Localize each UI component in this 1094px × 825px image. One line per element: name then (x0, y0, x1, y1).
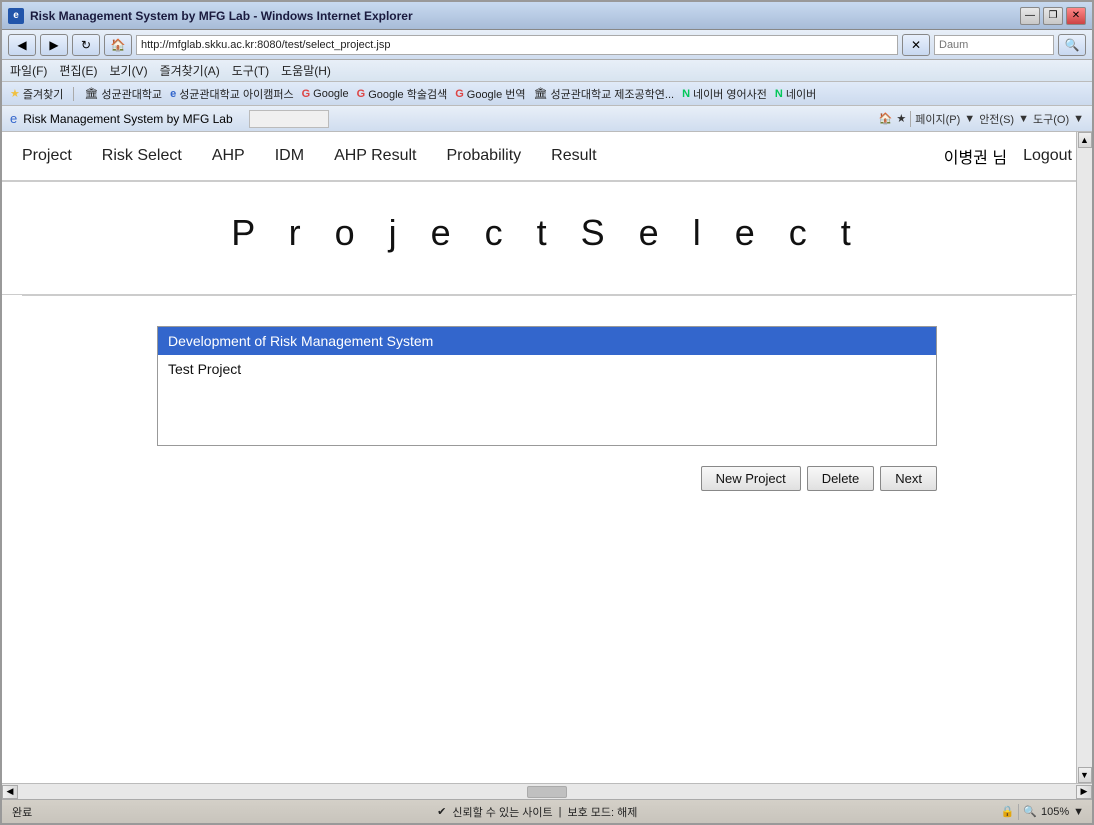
fav-naver-dict-label: 네이버 영어사전 (693, 86, 767, 102)
menu-help[interactable]: 도움말(H) (281, 62, 331, 79)
fav-naver-dict[interactable]: N 네이버 영어사전 (682, 86, 767, 102)
security-text: 신뢰할 수 있는 사이트 (452, 804, 552, 820)
fav-google-label: Google (313, 88, 348, 100)
zoom-icon: 🔍 (1023, 805, 1037, 818)
nav-menu: Project Risk Select AHP IDM AHP Result P… (2, 132, 1092, 182)
project-list[interactable]: Development of Risk Management System Te… (157, 326, 937, 446)
fav-google-scholar-label: Google 학술검색 (368, 86, 447, 102)
back-button[interactable]: ◀ (8, 34, 36, 56)
page-menu[interactable]: 페이지(P) (915, 111, 960, 127)
next-button[interactable]: Next (880, 466, 937, 491)
scrollbar[interactable]: ▲ ▼ (1076, 132, 1092, 783)
favorites-button[interactable]: ★ 즐겨찾기 (10, 86, 63, 102)
new-project-button[interactable]: New Project (701, 466, 801, 491)
fav-skku[interactable]: 🏛 성균관대학교 (84, 86, 162, 102)
favorites-label: 즐겨찾기 (23, 86, 63, 102)
nav-idm[interactable]: IDM (275, 147, 304, 165)
nav-probability[interactable]: Probability (446, 147, 521, 165)
fav-google-scholar[interactable]: G Google 학술검색 (357, 86, 448, 102)
delete-button[interactable]: Delete (807, 466, 875, 491)
menu-edit[interactable]: 편집(E) (59, 62, 97, 79)
status-text: 완료 (12, 807, 32, 819)
forward-button[interactable]: ▶ (40, 34, 68, 56)
home-icon[interactable]: 🏠 (879, 112, 893, 125)
stop-button[interactable]: ✕ (902, 34, 930, 56)
refresh-button[interactable]: ↻ (72, 34, 100, 56)
home-button[interactable]: 🏠 (104, 34, 132, 56)
favorites-bar: ★ 즐겨찾기 🏛 성균관대학교 e 성균관대학교 아이캠퍼스 G Google … (2, 82, 1092, 106)
safety-menu[interactable]: 안전(S) (979, 111, 1014, 127)
nav-result[interactable]: Result (551, 147, 596, 165)
restore-button[interactable]: ❐ (1043, 7, 1063, 25)
fav-skku-label: 성균관대학교 (101, 86, 162, 102)
fav-google[interactable]: G Google (302, 88, 349, 100)
nav-risk-select[interactable]: Risk Select (102, 147, 182, 165)
tab-label: Risk Management System by MFG Lab (23, 112, 232, 126)
nav-ahp-result[interactable]: AHP Result (334, 147, 416, 165)
title-bar: e Risk Management System by MFG Lab - Wi… (2, 2, 1092, 30)
search-input[interactable] (934, 35, 1054, 55)
nav-project[interactable]: Project (22, 147, 72, 165)
close-button[interactable]: ✕ (1066, 7, 1086, 25)
browser-icon: e (8, 8, 24, 24)
zoom-level: 105% (1041, 806, 1069, 818)
protection-text: 보호 모드: 해제 (568, 804, 638, 820)
fav-icampus[interactable]: e 성균관대학교 아이캠퍼스 (170, 86, 294, 102)
fav-naver[interactable]: N 네이버 (775, 86, 816, 102)
logout-button[interactable]: Logout (1023, 147, 1072, 165)
address-bar: ◀ ▶ ↻ 🏠 ✕ 🔍 (2, 30, 1092, 60)
window-title: Risk Management System by MFG Lab - Wind… (30, 9, 413, 23)
fav-icampus-label: 성균관대학교 아이캠퍼스 (179, 86, 293, 102)
project-item-1[interactable]: Test Project (158, 355, 936, 383)
zoom-dropdown[interactable]: ▼ (1073, 806, 1084, 818)
lock-icon: 🔒 (1001, 805, 1015, 818)
fav-google-translate-label: Google 번역 (467, 86, 526, 102)
menu-favorites[interactable]: 즐겨찾기(A) (160, 62, 220, 79)
menu-file[interactable]: 파일(F) (10, 62, 47, 79)
fav-google-translate[interactable]: G Google 번역 (455, 86, 525, 102)
fav-skku-lab-label: 성균관대학교 제조공학연... (551, 86, 675, 102)
search-button[interactable]: 🔍 (1058, 34, 1086, 56)
tools-menu[interactable]: 도구(O) (1033, 111, 1069, 127)
fav-skku-lab[interactable]: 🏛 성균관대학교 제조공학연... (534, 86, 675, 102)
star-icon[interactable]: ★ (896, 112, 906, 125)
security-icon: ✔ (437, 805, 446, 818)
address-input[interactable] (136, 35, 898, 55)
horizontal-scrollbar[interactable]: ◀ ▶ (2, 783, 1092, 799)
fav-naver-label: 네이버 (786, 86, 816, 102)
nav-ahp[interactable]: AHP (212, 147, 245, 165)
ie-toolbar: e Risk Management System by MFG Lab 🏠 ★ … (2, 106, 1092, 132)
status-bar: 완료 ✔ 신뢰할 수 있는 사이트 | 보호 모드: 해제 🔒 🔍 105% ▼ (2, 799, 1092, 823)
page-title: P r o j e c t S e l e c t (2, 182, 1092, 295)
menu-view[interactable]: 보기(V) (109, 62, 147, 79)
menu-tools[interactable]: 도구(T) (232, 62, 269, 79)
menu-bar: 파일(F) 편집(E) 보기(V) 즐겨찾기(A) 도구(T) 도움말(H) (2, 60, 1092, 82)
project-item-0[interactable]: Development of Risk Management System (158, 327, 936, 355)
webpage: Project Risk Select AHP IDM AHP Result P… (2, 132, 1092, 783)
user-name: 이병권 님 (944, 144, 1007, 168)
minimize-button[interactable]: — (1020, 7, 1040, 25)
pipe-divider: | (559, 806, 562, 818)
